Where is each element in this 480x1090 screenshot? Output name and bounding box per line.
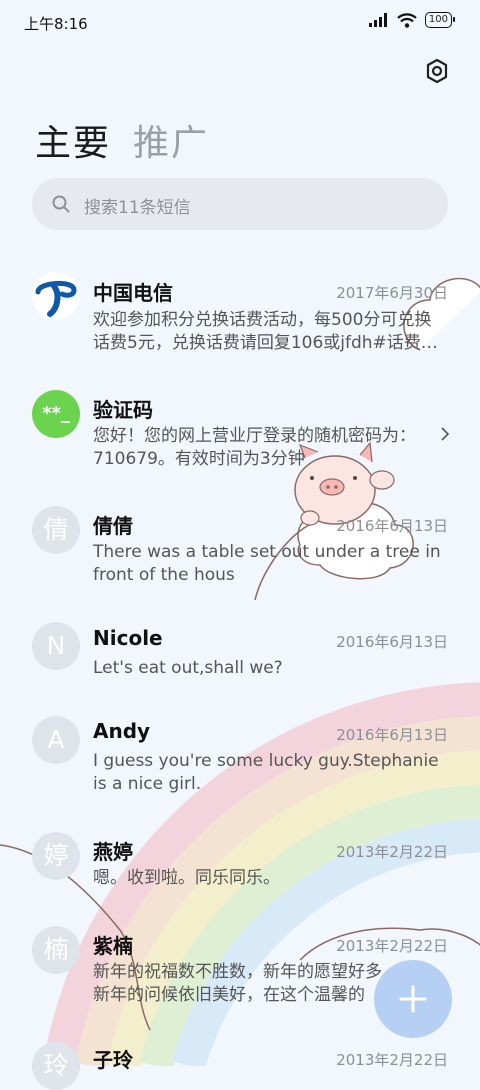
verification-avatar-icon: **_ — [32, 390, 80, 438]
message-date: 2016年6月13日 — [336, 726, 448, 744]
contact-avatar: 楠 — [32, 926, 80, 974]
search-bar[interactable]: 搜索11条短信 — [32, 178, 448, 230]
message-date: 2013年2月22日 — [336, 937, 448, 955]
status-bar: 上午8:16 100 — [0, 0, 480, 46]
wifi-icon — [397, 12, 417, 28]
tab-promotions[interactable]: 推广 — [133, 114, 209, 166]
contact-name: 子玲 — [93, 1048, 133, 1072]
settings-gear-icon[interactable] — [424, 58, 450, 84]
message-preview: Let's eat out,shall we? — [93, 657, 448, 680]
message-date: 2013年2月22日 — [336, 1051, 448, 1069]
contact-avatar: N — [32, 622, 80, 670]
tab-bar: 主要 推广 — [35, 114, 209, 166]
message-date: 2017年6月30日 — [336, 284, 448, 302]
message-preview: 嗯。收到啦。同乐同乐。 — [93, 867, 448, 890]
message-date: 2016年6月13日 — [336, 517, 448, 535]
china-telecom-logo-icon — [32, 272, 80, 320]
contact-name: 倩倩 — [93, 514, 133, 538]
contact-avatar: 玲 — [32, 1042, 80, 1090]
search-placeholder: 搜索11条短信 — [84, 198, 191, 218]
message-date: 2013年2月22日 — [336, 843, 448, 861]
message-preview: There was a table set out under a tree i… — [93, 541, 448, 587]
message-row-nicole[interactable]: N Nicole 2016年6月13日 Let's eat out,shall … — [0, 606, 480, 696]
contact-name: 燕婷 — [93, 840, 133, 864]
message-preview-line: 话费5元，兑换话费请回复106或jfdh#话费… — [93, 333, 438, 353]
message-preview-line: 欢迎参加积分兑换话费活动，每500分可兑换 — [93, 310, 432, 330]
message-preview-line: Let's eat out,shall we? — [93, 658, 283, 678]
message-preview-line: I guess you're some lucky guy.Stephanie — [93, 751, 439, 771]
contact-name: Andy — [93, 719, 151, 743]
contact-avatar: A — [32, 716, 80, 764]
message-row-china-telecom[interactable]: 中国电信 2017年6月30日 欢迎参加积分兑换话费活动，每500分可兑换 话费… — [0, 258, 480, 368]
tab-primary[interactable]: 主要 — [35, 114, 111, 166]
message-preview-line: front of the hous — [93, 565, 235, 585]
plus-icon — [399, 985, 427, 1013]
search-icon — [52, 195, 70, 213]
contact-name: 中国电信 — [93, 281, 173, 305]
message-row-andy[interactable]: A Andy 2016年6月13日 I guess you're some lu… — [0, 700, 480, 810]
message-date: 2016年6月13日 — [336, 633, 448, 651]
message-preview: 您好！您的网上营业厅登录的随机密码为： 710679。有效时间为3分钟 — [93, 425, 423, 471]
chevron-right-icon[interactable] — [440, 426, 450, 442]
signal-icon — [368, 13, 387, 27]
message-preview-line: There was a table set out under a tree i… — [93, 542, 441, 562]
message-preview-line: 710679。有效时间为3分钟 — [93, 449, 305, 469]
status-time: 上午8:16 — [24, 15, 88, 33]
message-preview-line: 嗯。收到啦。同乐同乐。 — [93, 868, 280, 888]
status-icons: 100 — [368, 12, 456, 28]
message-preview: I guess you're some lucky guy.Stephanie … — [93, 750, 448, 796]
message-row-qianqian[interactable]: 倩 倩倩 2016年6月13日 There was a table set ou… — [0, 490, 480, 600]
message-preview: 欢迎参加积分兑换话费活动，每500分可兑换 话费5元，兑换话费请回复106或jf… — [93, 309, 448, 355]
message-row-yanting[interactable]: 婷 燕婷 2013年2月22日 嗯。收到啦。同乐同乐。 — [0, 816, 480, 906]
battery-icon: 100 — [424, 12, 456, 28]
contact-avatar: 婷 — [32, 832, 80, 880]
contact-name: Nicole — [93, 626, 163, 650]
contact-name: 验证码 — [93, 398, 153, 422]
message-preview-line: is a nice girl. — [93, 774, 202, 794]
contact-name: 紫楠 — [93, 934, 133, 958]
compose-button[interactable] — [374, 960, 452, 1038]
message-preview-line: 您好！您的网上营业厅登录的随机密码为： — [93, 426, 416, 446]
contact-avatar: 倩 — [32, 506, 80, 554]
message-row-verification[interactable]: **_ 验证码 您好！您的网上营业厅登录的随机密码为： 710679。有效时间为… — [0, 374, 480, 484]
